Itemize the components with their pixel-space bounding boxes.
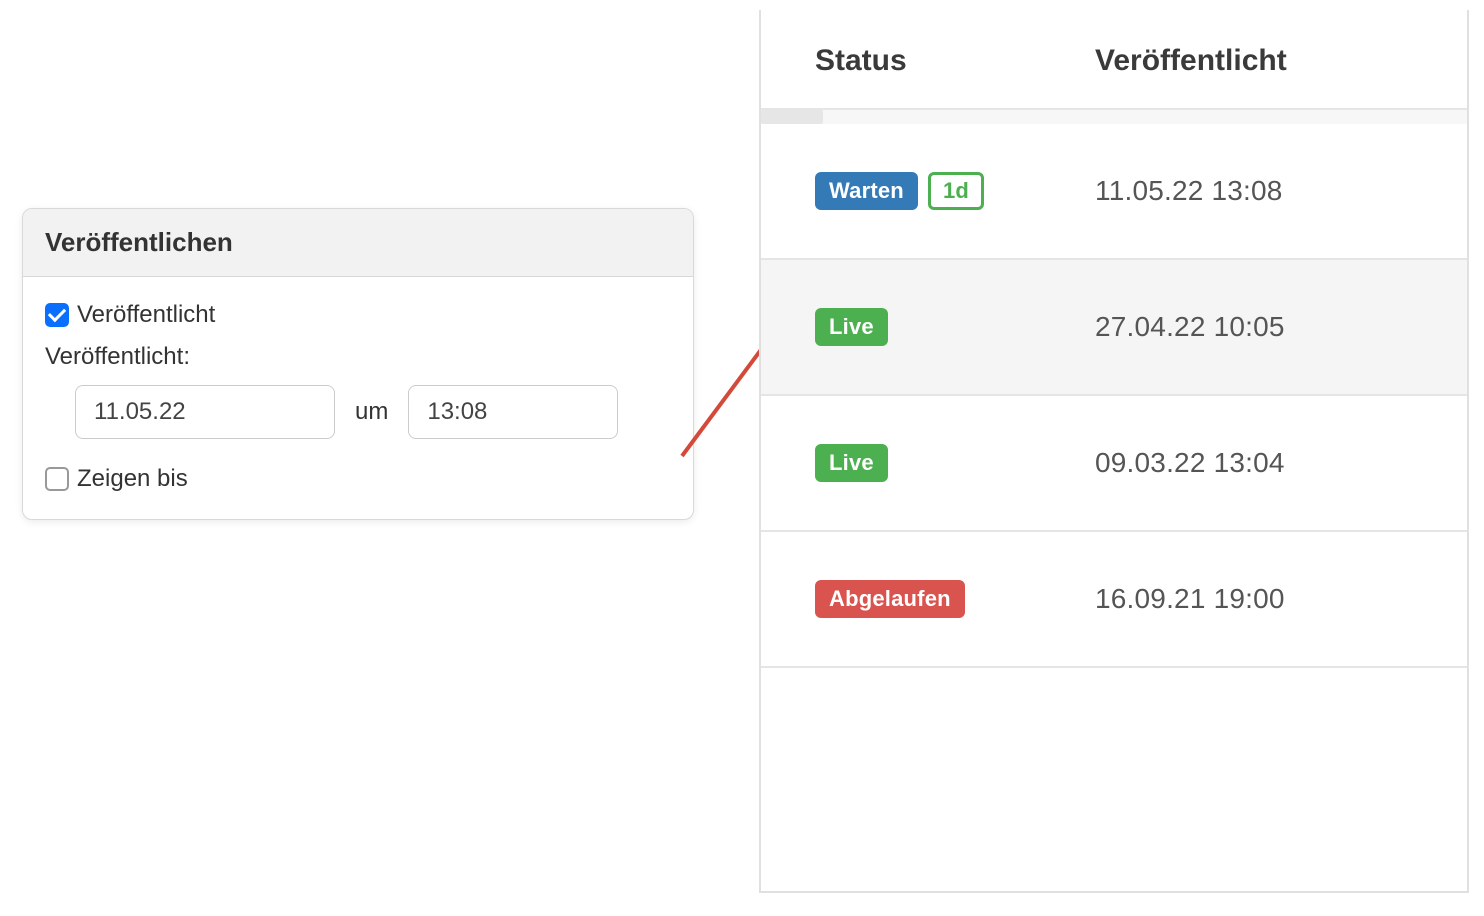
published-cell: 27.04.22 10:05 [1095,311,1413,343]
show-until-label[interactable]: Zeigen bis [77,465,188,493]
published-datetime-row: um [45,385,671,439]
published-date-input[interactable] [75,385,335,439]
status-cell: Abgelaufen [815,580,1095,618]
published-cell: 09.03.22 13:04 [1095,447,1413,479]
column-header-published[interactable]: Veröffentlicht [1095,44,1413,78]
published-at-label: Veröffentlicht: [45,343,671,371]
published-checkbox[interactable] [45,303,69,327]
at-label: um [355,398,388,426]
status-badge: Warten [815,172,918,210]
table-header-row: Status Veröffentlicht [761,10,1467,110]
show-until-checkbox[interactable] [45,467,69,491]
table-row[interactable]: Warten 1d 11.05.22 13:08 [761,124,1467,260]
published-cell: 11.05.22 13:08 [1095,175,1413,207]
status-cell: Warten 1d [815,172,1095,210]
status-cell: Live [815,308,1095,346]
table-row[interactable]: Live 09.03.22 13:04 [761,396,1467,532]
table-row[interactable]: Live 27.04.22 10:05 [761,260,1467,396]
published-time-input[interactable] [408,385,618,439]
status-cell: Live [815,444,1095,482]
status-badge: Live [815,444,888,482]
publish-panel-body: Veröffentlicht Veröffentlicht: um Zeigen… [23,277,693,519]
published-checkbox-label[interactable]: Veröffentlicht [77,301,215,329]
status-badge: Abgelaufen [815,580,965,618]
publish-panel-title: Veröffentlichen [23,209,693,277]
table-row[interactable]: Abgelaufen 16.09.21 19:00 [761,532,1467,668]
column-header-status[interactable]: Status [815,44,1095,78]
status-table: Status Veröffentlicht Warten 1d 11.05.22 1… [759,10,1469,893]
duration-badge: 1d [928,172,984,210]
published-checkbox-row: Veröffentlicht [45,301,671,329]
horizontal-scrollbar[interactable] [761,110,1467,124]
status-badge: Live [815,308,888,346]
published-cell: 16.09.21 19:00 [1095,583,1413,615]
show-until-row: Zeigen bis [45,465,671,493]
table-body: Warten 1d 11.05.22 13:08 Live 27.04.22 10:05… [761,124,1467,668]
publish-panel: Veröffentlichen Veröffentlicht Veröffent… [22,208,694,520]
